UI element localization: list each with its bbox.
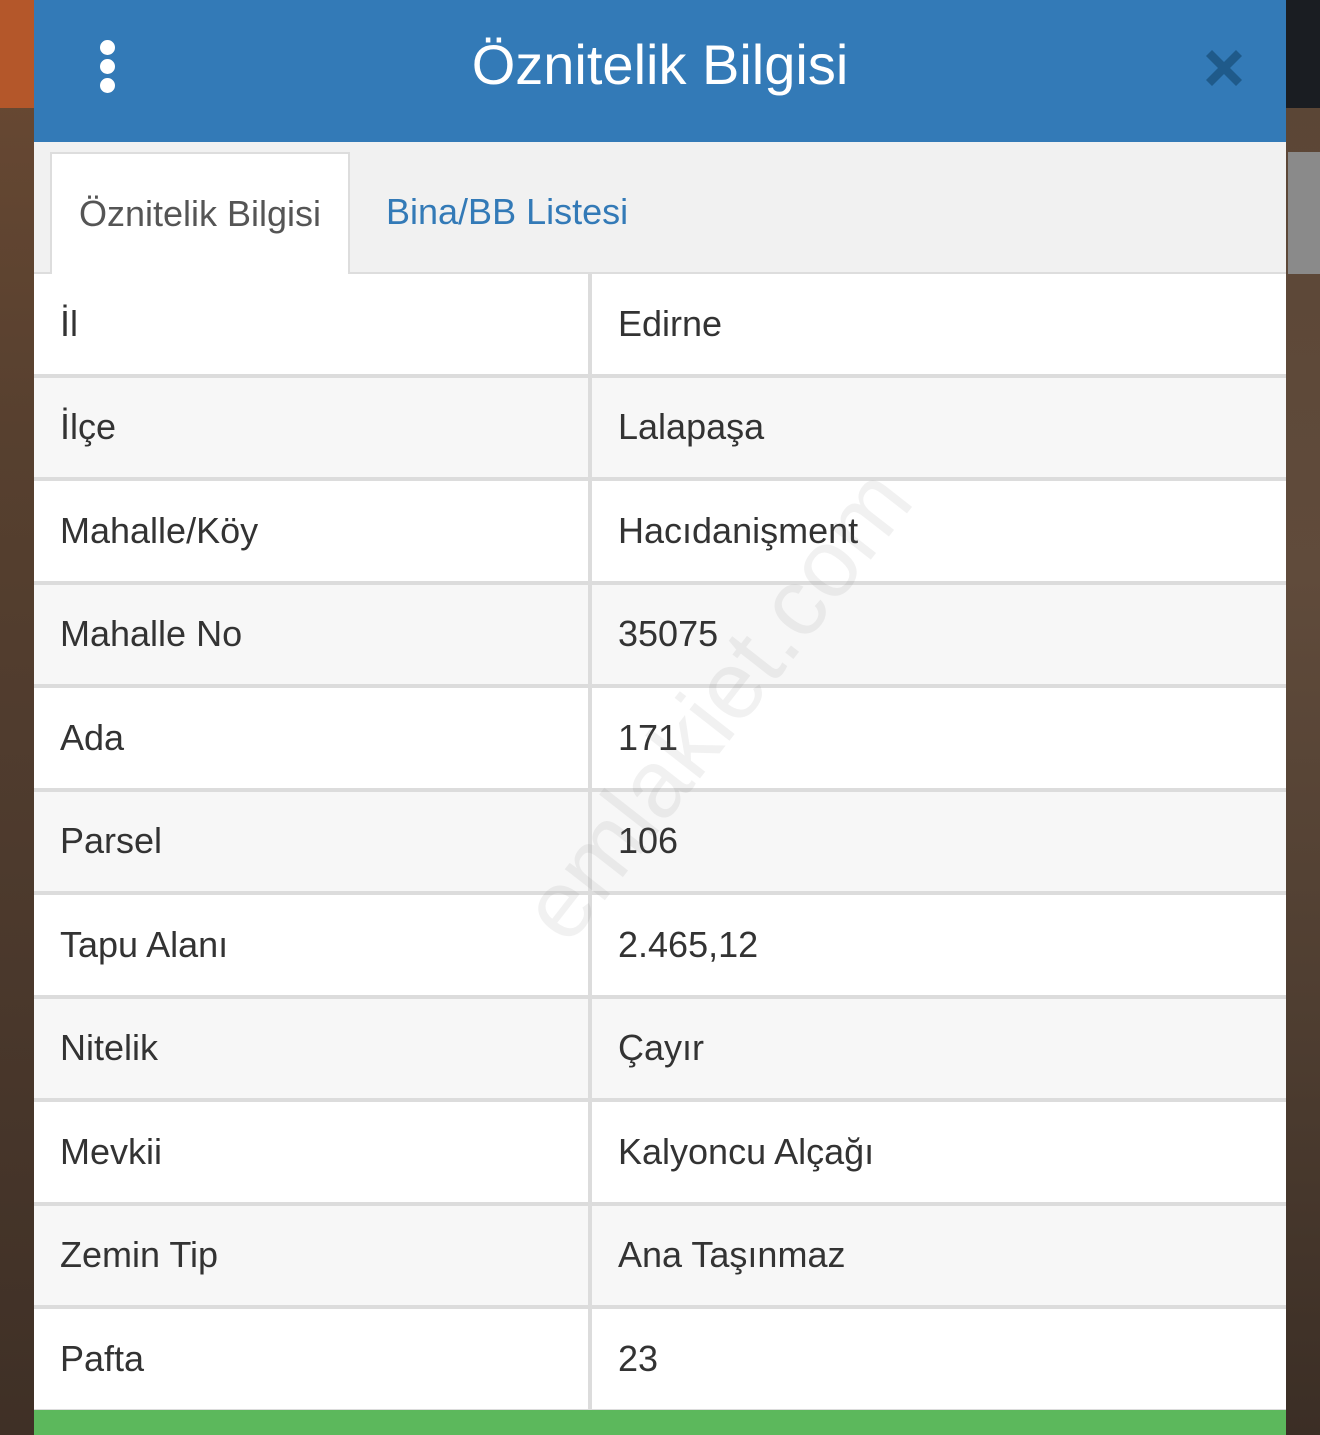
row-label: İlçe — [34, 377, 592, 477]
tab-bar: Öznitelik Bilgisi Bina/BB Listesi — [34, 142, 1286, 274]
row-value: Kalyoncu Alçağı — [618, 1130, 875, 1172]
attribute-info-panel: Öznitelik Bilgisi Öznitelik Bilgisi Bina… — [34, 0, 1286, 1435]
table-row: Parsel 106 — [34, 791, 1286, 895]
table-row: Zemin Tip Ana Taşınmaz — [34, 1205, 1286, 1309]
row-label: Mevkii — [34, 1102, 592, 1202]
footer-action-bar[interactable] — [34, 1410, 1286, 1435]
background-left-top — [0, 0, 34, 108]
row-value: Hacıdanişment — [618, 509, 859, 551]
table-row: Mevkii Kalyoncu Alçağı — [34, 1102, 1286, 1206]
tab-building-list[interactable]: Bina/BB Listesi — [386, 152, 628, 272]
panel-header: Öznitelik Bilgisi — [34, 0, 1286, 142]
row-value: Lalapaşa — [618, 406, 765, 448]
attribute-table: İl Edirne İlçe Lalapaşa Mahalle/Köy Hacı… — [34, 274, 1286, 1413]
row-value: Ana Taşınmaz — [618, 1234, 846, 1276]
table-row: İlçe Lalapaşa — [34, 377, 1286, 481]
table-row: Mahalle/Köy Hacıdanişment — [34, 481, 1286, 585]
row-label: Nitelik — [34, 998, 592, 1098]
close-button[interactable] — [1200, 44, 1248, 92]
row-value: 35075 — [618, 613, 719, 655]
panel-title: Öznitelik Bilgisi — [471, 33, 849, 96]
row-label: Parsel — [34, 791, 592, 891]
row-label: İl — [34, 274, 592, 374]
row-label: Ada — [34, 688, 592, 788]
table-row: Mahalle No 35075 — [34, 584, 1286, 688]
table-row: Pafta 23 — [34, 1309, 1286, 1413]
row-value: 23 — [618, 1337, 659, 1379]
background-left — [0, 0, 34, 1435]
background-scroll-thumb — [1288, 152, 1320, 274]
row-label: Zemin Tip — [34, 1205, 592, 1305]
table-row: Tapu Alanı 2.465,12 — [34, 895, 1286, 999]
row-value: 2.465,12 — [618, 923, 759, 965]
row-label: Tapu Alanı — [34, 895, 592, 995]
row-value: 106 — [618, 820, 679, 862]
close-x-icon — [1206, 50, 1242, 86]
row-label: Mahalle/Köy — [34, 481, 592, 581]
table-row: Ada 171 — [34, 688, 1286, 792]
background-right-top — [1286, 0, 1320, 108]
row-value: Çayır — [618, 1027, 705, 1069]
tab-attribute-info[interactable]: Öznitelik Bilgisi — [50, 152, 350, 274]
row-value: Edirne — [618, 302, 723, 344]
row-label: Pafta — [34, 1309, 592, 1409]
table-row: İl Edirne — [34, 274, 1286, 378]
row-value: 171 — [618, 716, 679, 758]
row-label: Mahalle No — [34, 584, 592, 684]
table-row: Nitelik Çayır — [34, 998, 1286, 1102]
